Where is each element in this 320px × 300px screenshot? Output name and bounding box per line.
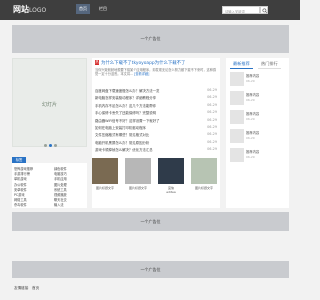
ad-banner-middle[interactable]: 一个广告位	[12, 212, 289, 231]
slideshow-dot[interactable]	[49, 144, 52, 147]
news-item-title[interactable]: 电脑开机黑屏怎么办？常见原因分析	[95, 140, 199, 145]
tile-caption: 图片标题文字	[95, 186, 114, 190]
news-item-date: 06-29	[207, 88, 217, 92]
news-item[interactable]: 路由器WiFi信号不好？这样设置一下就好了 06-29	[95, 118, 217, 124]
news-item[interactable]: 新电脑怎样安装驱动程序？详细教程分享 06-29	[95, 95, 217, 101]
site-logo[interactable]: 网站LOGO	[13, 4, 46, 15]
side-list-item[interactable]: 推荐内容 06-29	[230, 110, 286, 128]
image-tile[interactable]: 图片标题文字	[92, 158, 118, 198]
tile-caption: 图片标题文字	[194, 186, 213, 190]
news-headline[interactable]: 为什么下载不了tkyoyoapp为什么下载不了	[101, 60, 217, 66]
side-item-meta: 06-29	[246, 117, 255, 121]
news-item-title[interactable]: 文件压缩格式有哪些？常见格式对比	[95, 132, 199, 137]
image-tile[interactable]: 图片标题文字	[125, 158, 151, 198]
tile-image	[191, 158, 217, 184]
side-item-title: 推荐内容	[246, 74, 260, 78]
side-item-meta: 06-29	[246, 136, 255, 140]
side-item-thumbnail	[230, 129, 244, 143]
side-panel: 最新推荐 热门排行 推荐内容 06-29 推荐内容 06-29 推荐内容 06-29 推荐内…	[226, 58, 289, 208]
tab-popular[interactable]: 热门排行	[258, 60, 281, 69]
tag-link[interactable]: 杀毒软件	[14, 202, 27, 207]
image-tile[interactable]: 图片标题文字	[191, 158, 217, 198]
news-item-title[interactable]: 手机内存不足怎么办？这几个方法能帮你	[95, 103, 199, 108]
logo-sub-text: LOGO	[29, 7, 47, 14]
side-list-item[interactable]: 推荐内容 06-29	[230, 129, 286, 147]
news-item-title[interactable]: 游戏卡顿掉帧怎么解决？优化方法汇总	[95, 147, 199, 152]
hot-badge: 热	[95, 60, 99, 65]
side-item-title: 推荐内容	[246, 131, 260, 135]
nav-item-column[interactable]: 栏目	[96, 4, 110, 14]
news-item-title[interactable]: 路由器WiFi信号不好？这样设置一下就好了	[95, 118, 199, 123]
side-item-title: 推荐内容	[246, 150, 260, 154]
news-item-date: 06-29	[207, 139, 217, 144]
news-item-date: 06-29	[207, 147, 217, 152]
news-item[interactable]: 手心保修卡丢失了还能保修吗？完整说明 06-29	[95, 110, 217, 116]
footer	[0, 280, 300, 300]
tile-caption-secondary: editea	[166, 190, 176, 194]
slideshow-dot[interactable]	[54, 144, 57, 147]
top-header: 网站LOGO 首页 栏目 请输入关键词	[0, 0, 300, 20]
news-item-date: 06-29	[207, 110, 217, 115]
side-list-item[interactable]: 推荐内容 06-29	[230, 72, 286, 90]
image-tile[interactable]: 宜信 editea	[158, 158, 184, 198]
side-item-thumbnail	[230, 91, 244, 105]
tile-caption: 图片标题文字	[128, 186, 147, 190]
side-item-title: 推荐内容	[246, 93, 260, 97]
news-item-date: 06-29	[207, 117, 217, 122]
tile-image	[92, 158, 118, 184]
news-summary-more-link[interactable]: [查看详细]	[134, 72, 149, 76]
slideshow-dot[interactable]	[44, 144, 47, 147]
news-item[interactable]: 手机内存不足怎么办？这几个方法能帮你 06-29	[95, 103, 217, 109]
tab-latest[interactable]: 最新推荐	[230, 60, 253, 69]
side-item-meta: 06-29	[246, 98, 255, 102]
side-item-meta: 06-29	[246, 155, 255, 159]
news-summary: 当你兴致勃勃地想要下载某个应用程序，却发现无论怎么努力都下载不下来时，这种感觉一…	[95, 68, 217, 76]
news-item-title[interactable]: 手心保修卡丢失了还能保修吗？完整说明	[95, 110, 199, 115]
news-item[interactable]: 如何在电脑上安装打印机驱动程序 06-29	[95, 125, 217, 131]
footer-link-friends[interactable]: 友情链接	[14, 286, 28, 291]
news-item[interactable]: 百度网盘下载速度慢怎么办？解决方法一览 06-29	[95, 88, 217, 94]
news-item[interactable]: 电脑开机黑屏怎么办？常见原因分析 06-29	[95, 140, 217, 146]
search-input[interactable]: 请输入关键词	[222, 6, 260, 14]
news-item-title[interactable]: 百度网盘下载速度慢怎么办？解决方法一览	[95, 88, 199, 93]
logo-main-text: 网站	[13, 5, 29, 14]
ad-banner-bottom[interactable]: 一个广告位	[12, 261, 289, 278]
side-item-meta: 06-29	[246, 79, 255, 83]
news-summary-text: 当你兴致勃勃地想要下载某个应用程序，却发现无论怎么努力都下载不下来时，这种感觉一…	[95, 68, 217, 76]
tile-image	[125, 158, 151, 184]
footer-link-home[interactable]: 首页	[32, 286, 39, 291]
news-item-date: 06-29	[207, 102, 217, 107]
slideshow[interactable]: 幻灯片	[12, 58, 87, 147]
news-item[interactable]: 游戏卡顿掉帧怎么解决？优化方法汇总 06-29	[95, 147, 217, 153]
side-item-title: 推荐内容	[246, 112, 260, 116]
news-item-date: 06-29	[207, 132, 217, 137]
news-item-title[interactable]: 新电脑怎样安装驱动程序？详细教程分享	[95, 95, 199, 100]
side-item-thumbnail	[230, 110, 244, 124]
side-list-item[interactable]: 推荐内容 06-29	[230, 91, 286, 109]
ad-banner-top[interactable]: 一个广告位	[12, 25, 289, 53]
nav-item-home[interactable]: 首页	[76, 4, 90, 14]
tile-image	[158, 158, 184, 184]
side-list-item[interactable]: 推荐内容 06-29	[230, 148, 286, 166]
tag-link[interactable]: 输入法	[54, 202, 64, 207]
search-button[interactable]	[260, 6, 268, 14]
tag-list: 恐怖游戏推荐 绿色软件 手游排行榜 电脑技巧 单机游戏 手机应用 办公软件 图片处理 安卓软件系…	[12, 163, 87, 208]
slideshow-label: 幻灯片	[41, 102, 57, 108]
search-icon	[262, 8, 268, 14]
news-item-title[interactable]: 如何在电脑上安装打印机驱动程序	[95, 125, 199, 130]
news-item-date: 06-29	[207, 95, 217, 100]
side-item-thumbnail	[230, 72, 244, 86]
news-item-date: 06-29	[207, 125, 217, 129]
news-item[interactable]: 文件压缩格式有哪些？常见格式对比 06-29	[95, 132, 217, 138]
side-item-thumbnail	[230, 148, 244, 162]
